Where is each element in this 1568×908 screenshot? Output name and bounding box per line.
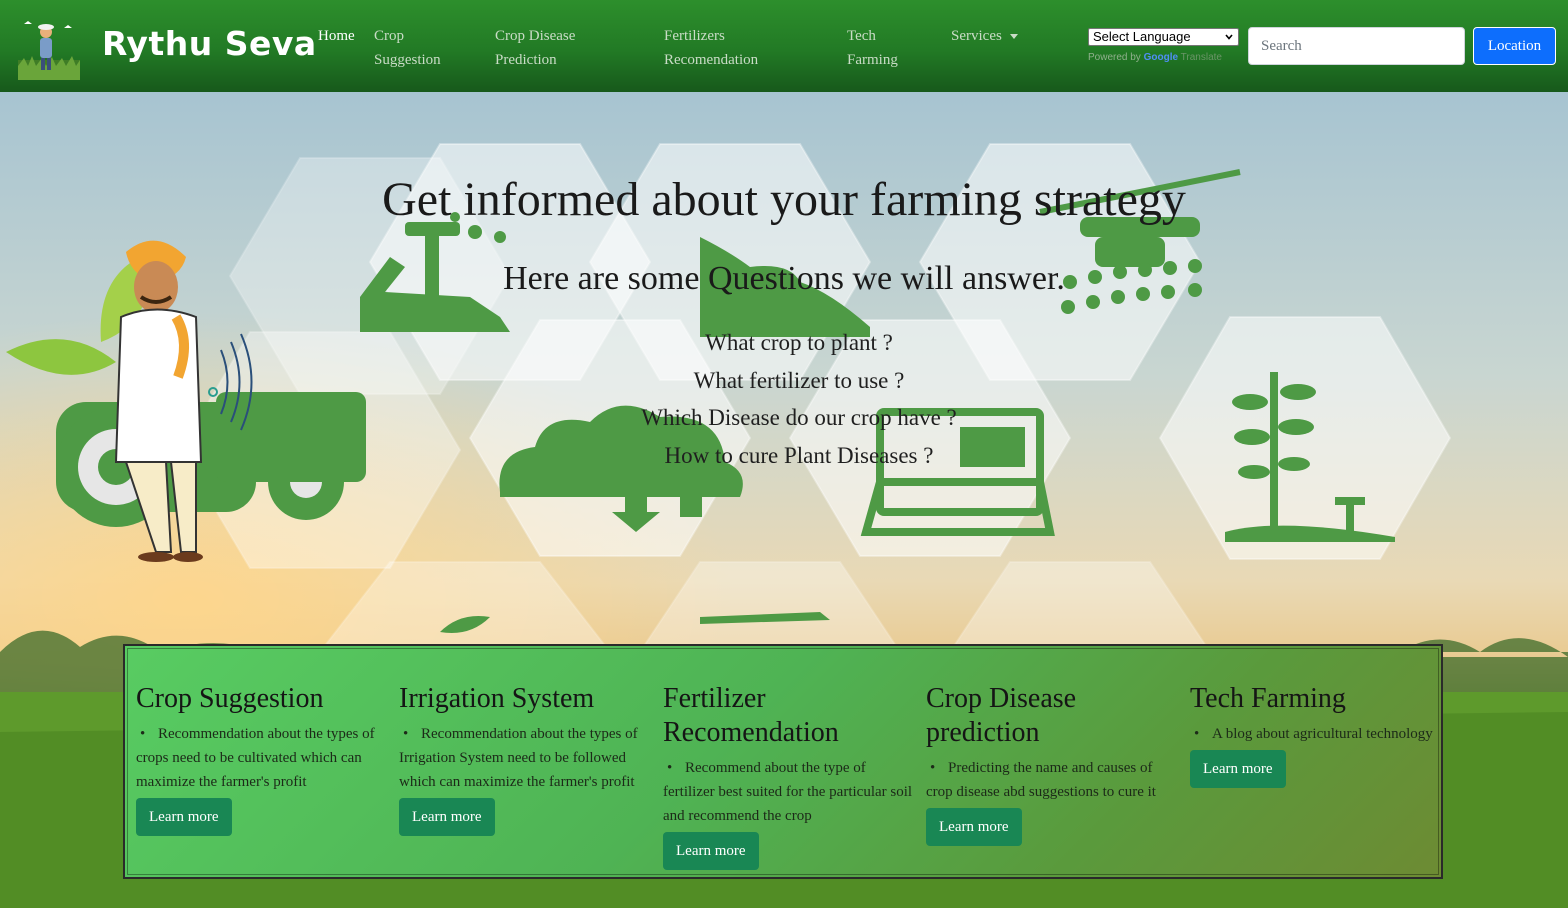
card-description-text: Predicting the name and causes of crop d… [926, 760, 1156, 800]
hero-title: Get informed about your farming strategy [382, 173, 1186, 226]
location-button[interactable]: Location [1473, 27, 1556, 65]
learn-more-button[interactable]: Learn more [1190, 750, 1286, 788]
top-navbar: Rythu Seva Home Crop Suggestion Crop Dis… [0, 0, 1568, 92]
chevron-down-icon [1225, 34, 1233, 40]
nav-tech-farming-line1: Tech [847, 28, 876, 44]
question-item: What crop to plant ? [705, 330, 893, 355]
bullet-icon: • [930, 760, 936, 776]
language-select-value: Select Language [1093, 29, 1191, 44]
card-description: • Recommendation about the types of Irrig… [399, 722, 649, 794]
question-item: How to cure Plant Diseases ? [664, 442, 934, 468]
nav-crop-disease-line2: Prediction [495, 52, 557, 68]
card-title: Crop Disease prediction [926, 683, 1077, 748]
nav-crop-disease-prediction[interactable]: Crop Disease Prediction [495, 24, 575, 72]
question-item: What fertilizer to use ? [693, 367, 905, 393]
nav-fertilizers-line2: Recomendation [664, 52, 759, 68]
nav-tech-farming-line2: Farming [847, 52, 898, 68]
card-title: Fertilizer Recomendation [663, 683, 839, 748]
powered-by-prefix: Powered by [1088, 52, 1141, 63]
card-description: • Recommendation about the types of crops… [136, 722, 386, 794]
questions-list: What crop to plant ? What fertilizer to … [0, 324, 1568, 474]
bullet-icon: • [140, 726, 146, 742]
card-tech-farming: Tech Farming • A blog about agricultural … [1190, 682, 1440, 788]
nav-crop-suggestion-line1: Crop [374, 28, 404, 44]
card-fertilizer-recomendation: Fertilizer Recomendation • Recommend abou… [663, 682, 913, 870]
farmer-logo-icon[interactable] [18, 18, 80, 80]
card-description: • Predicting the name and causes of crop … [926, 756, 1176, 804]
nav-home[interactable]: Home [318, 24, 355, 48]
learn-more-button[interactable]: Learn more [136, 798, 232, 836]
services-panel: Crop Suggestion • Recommendation about th… [123, 644, 1443, 879]
nav-services-label: Services [951, 28, 1002, 44]
nav-tech-farming[interactable]: Tech Farming [847, 24, 898, 72]
nav-crop-disease-line1: Crop Disease [495, 28, 576, 44]
card-description: • Recommend about the type of fertilizer … [663, 756, 913, 828]
nav-fertilizers-line1: Fertilizers [664, 28, 725, 44]
language-select[interactable]: Select Language [1088, 28, 1239, 46]
search-input[interactable] [1248, 27, 1465, 65]
question-item: Which Disease do our crop have ? [641, 405, 957, 430]
nav-crop-suggestion[interactable]: Crop Suggestion [374, 24, 441, 72]
card-description-text: Recommend about the type of fertilizer b… [663, 760, 913, 824]
nav-services-dropdown[interactable]: Services [951, 24, 1018, 48]
nav-fertilizers-recomendation[interactable]: Fertilizers Recomendation [664, 24, 758, 72]
bullet-icon: • [403, 726, 409, 742]
bullet-icon: • [1194, 726, 1200, 742]
hero-subtitle: Here are some Questions we will answer. [503, 260, 1065, 297]
powered-by-google-translate: Powered by Google Translate [1088, 52, 1222, 63]
google-logo-text[interactable]: Google [1144, 52, 1178, 63]
translate-link[interactable]: Translate [1181, 52, 1222, 63]
nav-crop-suggestion-line2: Suggestion [374, 52, 441, 68]
card-description: • A blog about agricultural technology [1190, 722, 1440, 746]
brand-name[interactable]: Rythu Seva [102, 24, 317, 63]
card-description-text: Recommendation about the types of Irriga… [399, 726, 638, 790]
bullet-icon: • [667, 760, 673, 776]
learn-more-button[interactable]: Learn more [663, 832, 759, 870]
card-crop-disease-prediction: Crop Disease prediction • Predicting the … [926, 682, 1176, 846]
card-description-text: Recommendation about the types of crops … [136, 726, 375, 790]
caret-down-icon [1009, 34, 1018, 40]
learn-more-button[interactable]: Learn more [926, 808, 1022, 846]
card-title: Crop Suggestion [136, 683, 324, 714]
card-crop-suggestion: Crop Suggestion • Recommendation about th… [136, 682, 386, 836]
card-irrigation-system: Irrigation System • Recommendation about … [399, 682, 649, 836]
card-title: Tech Farming [1190, 683, 1346, 714]
learn-more-button[interactable]: Learn more [399, 798, 495, 836]
card-description-text: A blog about agricultural technology [1212, 726, 1433, 742]
card-title: Irrigation System [399, 683, 595, 714]
